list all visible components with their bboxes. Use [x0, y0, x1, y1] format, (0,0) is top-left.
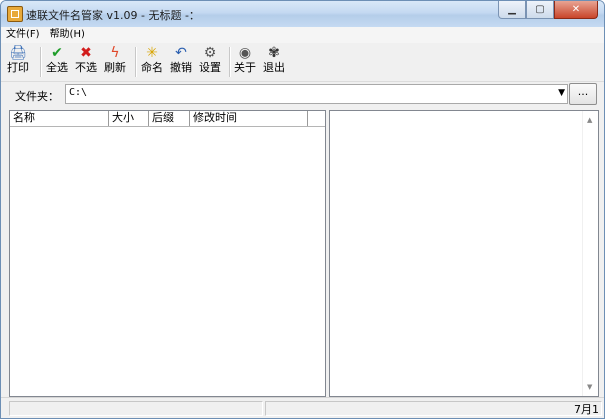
select-all-button[interactable]: ✔ 全选: [46, 45, 68, 79]
toolbar-separator: [229, 47, 231, 77]
refresh-label: 刷新: [104, 61, 126, 74]
check-icon: ✔: [51, 45, 63, 61]
status-pane-1: [9, 401, 263, 416]
settings-button[interactable]: ⚙ 设置: [199, 45, 221, 79]
menu-help[interactable]: 帮助(H): [45, 27, 90, 43]
cross-icon: ✖: [80, 45, 92, 61]
status-bar: 7月1: [1, 397, 604, 418]
exit-icon: ✾: [268, 45, 280, 61]
rename-label: 命名: [141, 61, 163, 74]
folder-path-value: C:\: [69, 87, 88, 98]
browse-folder-button[interactable]: ...: [569, 83, 597, 105]
undo-label: 撤销: [170, 61, 192, 74]
select-none-button[interactable]: ✖ 不选: [75, 45, 97, 79]
select-all-label: 全选: [46, 61, 68, 74]
refresh-icon: ϟ: [110, 45, 120, 61]
about-icon: ◉: [238, 45, 252, 61]
undo-button[interactable]: ↶ 撤销: [170, 45, 192, 79]
window-controls: ▁ ▢ ✕: [498, 1, 598, 19]
settings-icon: ⚙: [203, 45, 217, 61]
print-button[interactable]: 🖨 打印: [7, 45, 29, 79]
exit-button[interactable]: ✾ 退出: [263, 45, 285, 79]
maximize-icon: ▢: [535, 4, 545, 15]
maximize-button[interactable]: ▢: [526, 1, 554, 19]
scroll-down-icon[interactable]: ▼: [587, 383, 592, 391]
print-label: 打印: [7, 61, 29, 74]
refresh-button[interactable]: ϟ 刷新: [104, 45, 126, 79]
minimize-button[interactable]: ▁: [498, 1, 526, 19]
column-header-modified[interactable]: 修改时间: [190, 111, 308, 126]
select-none-label: 不选: [75, 61, 97, 74]
toolbar: 🖨 打印 ✔ 全选 ✖ 不选 ϟ 刷新 ✳ 命名 ↶ 撤销 ⚙ 设置 ◉ 关于 …: [1, 43, 604, 82]
folder-label: 文件夹：: [15, 90, 59, 103]
title-bar[interactable]: 速联文件名管家 v1.09 - 无标题 -： ▁ ▢ ✕: [1, 1, 604, 27]
rename-button[interactable]: ✳ 命名: [141, 45, 163, 79]
about-label: 关于: [234, 61, 256, 74]
app-window: 速联文件名管家 v1.09 - 无标题 -： ▁ ▢ ✕ 文件(F) 帮助(H)…: [0, 0, 605, 419]
printer-icon: 🖨: [9, 45, 27, 61]
toolbar-separator: [135, 47, 137, 77]
minimize-icon: ▁: [508, 4, 516, 15]
undo-icon: ↶: [175, 45, 187, 61]
column-header-extension[interactable]: 后缀: [149, 111, 190, 126]
status-date: 7月1: [574, 403, 599, 416]
settings-label: 设置: [199, 61, 221, 74]
window-title: 速联文件名管家 v1.09 - 无标题 -：: [26, 9, 200, 22]
folder-combobox[interactable]: C:\ ▼: [65, 84, 568, 104]
scroll-up-icon[interactable]: ▲: [587, 116, 592, 124]
rename-star-icon: ✳: [146, 45, 158, 61]
toolbar-separator: [40, 47, 42, 77]
preview-pane[interactable]: ▲ ▼: [329, 110, 599, 397]
menu-file[interactable]: 文件(F): [1, 27, 45, 43]
file-list[interactable]: 名称 大小 后缀 修改时间: [9, 110, 326, 397]
file-list-header: 名称 大小 后缀 修改时间: [10, 111, 325, 127]
dropdown-arrow-icon[interactable]: ▼: [558, 88, 565, 98]
preview-scrollbar[interactable]: ▲ ▼: [582, 111, 598, 396]
app-icon[interactable]: [7, 6, 23, 22]
about-button[interactable]: ◉ 关于: [234, 45, 256, 79]
close-icon: ✕: [571, 4, 581, 15]
close-button[interactable]: ✕: [554, 1, 598, 19]
exit-label: 退出: [263, 61, 285, 74]
column-header-size[interactable]: 大小: [109, 111, 149, 126]
column-header-name[interactable]: 名称: [10, 111, 109, 126]
status-pane-2: 7月1: [265, 401, 602, 416]
menu-bar: 文件(F) 帮助(H): [1, 27, 604, 43]
